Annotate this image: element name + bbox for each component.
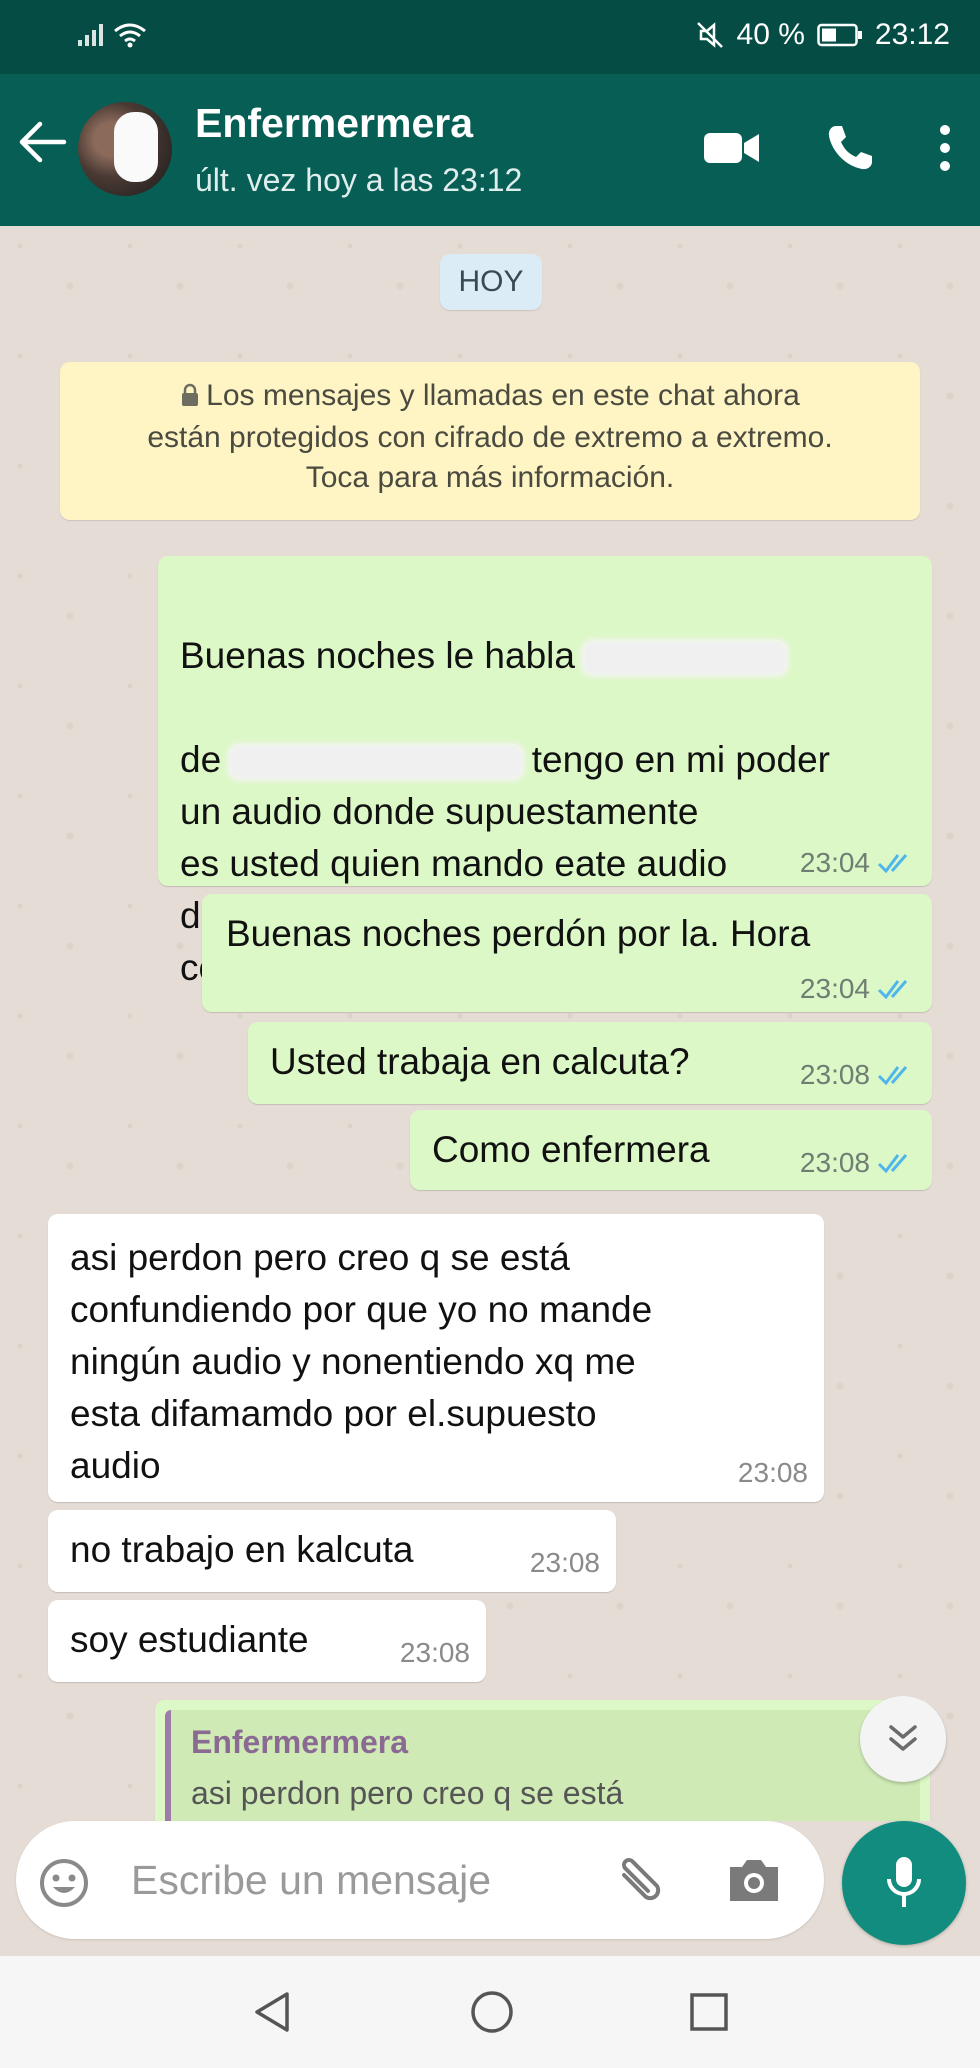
lock-icon (180, 378, 200, 418)
status-bar: 40 % 23:12 (0, 0, 980, 74)
message-text-prefix: Buenas noches le habla (180, 635, 575, 676)
video-call-icon[interactable] (702, 129, 762, 167)
voice-call-icon[interactable] (824, 122, 876, 174)
message-time: 23:04 (799, 973, 870, 1004)
message-incoming[interactable]: no trabajo en kalcuta 23:08 (48, 1510, 616, 1592)
message-time: 23:08 (737, 1457, 808, 1488)
avatar[interactable] (78, 102, 172, 196)
message-meta: 23:08 (738, 1458, 808, 1488)
message-meta: 23:04 (800, 974, 916, 1004)
quoted-text: asi perdon pero creo q se está (191, 1775, 624, 1811)
status-right: 40 % 23:12 (695, 18, 950, 52)
read-ticks-icon (877, 980, 908, 1000)
message-input[interactable]: Escribe un mensaje (131, 1857, 491, 1904)
wifi-icon (114, 23, 146, 48)
nav-home-icon[interactable] (469, 1989, 515, 2035)
date-chip: HOY (440, 254, 542, 310)
battery-percent: 40 % (736, 18, 805, 51)
clock: 23:12 (874, 18, 950, 51)
message-incoming[interactable]: asi perdon pero creo q se está confundie… (48, 1214, 824, 1502)
last-seen-status: últ. vez hoy a las 23:12 (195, 162, 523, 198)
redacted-text (231, 747, 522, 778)
battery-icon (817, 23, 862, 47)
header-actions (702, 122, 952, 174)
status-left (78, 22, 147, 48)
attach-icon[interactable] (610, 1855, 670, 1909)
message-outgoing[interactable]: Buenas noches le habla de tengo en mi po… (158, 556, 932, 988)
message-time: 23:08 (799, 1059, 870, 1090)
message-input-container[interactable]: Escribe un mensaje (16, 1821, 824, 1939)
chat-area[interactable]: HOY Los mensajes y llamadas en este chat… (0, 226, 980, 1821)
message-outgoing[interactable]: Como enfermera 23:08 (410, 1110, 932, 1190)
contact-name[interactable]: Enfermermera (195, 100, 473, 147)
read-ticks-icon (877, 1154, 908, 1174)
encryption-text: Los mensajes y llamadas en este chat aho… (147, 379, 833, 494)
message-outgoing[interactable]: Buenas noches perdón por la. Hora 23:04 (202, 894, 932, 1012)
read-ticks-icon (877, 1066, 908, 1086)
encryption-notice[interactable]: Los mensajes y llamadas en este chat aho… (60, 362, 920, 520)
message-time: 23:08 (799, 1147, 870, 1178)
read-ticks-icon (877, 854, 908, 874)
nav-recents-icon[interactable] (689, 1992, 729, 2032)
message-time: 23:08 (399, 1637, 470, 1668)
message-text: no trabajo en kalcuta (70, 1529, 414, 1570)
message-text-prefix: de (180, 739, 222, 780)
scroll-to-bottom-button[interactable] (860, 1696, 946, 1782)
message-incoming[interactable]: soy estudiante 23:08 (48, 1600, 486, 1682)
message-outgoing-reply[interactable]: Enfermermera asi perdon pero creo q se e… (155, 1700, 930, 1821)
message-meta: 23:08 (530, 1548, 600, 1578)
double-chevron-down-icon (889, 1725, 917, 1751)
message-outgoing[interactable]: Usted trabaja en calcuta? 23:08 (248, 1022, 932, 1104)
signal-icon (78, 24, 103, 46)
message-text: Buenas noches perdón por la. Hora (226, 913, 811, 954)
mic-icon (887, 1857, 921, 1907)
quoted-sender: Enfermermera (191, 1724, 408, 1760)
camera-icon[interactable] (726, 1855, 782, 1905)
chat-header: Enfermermera últ. vez hoy a las 23:12 (0, 74, 980, 226)
message-meta: 23:08 (800, 1060, 916, 1090)
redacted-name (585, 643, 786, 674)
emoji-icon[interactable] (38, 1857, 90, 1909)
back-arrow-icon[interactable] (18, 120, 68, 164)
message-meta: 23:04 (800, 848, 916, 878)
system-nav-bar (0, 1956, 980, 2068)
message-meta: 23:08 (800, 1148, 916, 1178)
quoted-message[interactable]: Enfermermera asi perdon pero creo q se e… (165, 1710, 920, 1821)
mic-button[interactable] (842, 1821, 966, 1945)
message-meta: 23:08 (400, 1638, 470, 1668)
message-time: 23:08 (529, 1547, 600, 1578)
compose-bar: Escribe un mensaje (0, 1821, 980, 1956)
mute-icon (696, 22, 723, 48)
nav-back-icon[interactable] (251, 1990, 295, 2034)
message-time: 23:04 (799, 847, 870, 878)
more-options-icon[interactable] (938, 124, 952, 172)
message-text: asi perdon pero creo q se está confundie… (70, 1237, 653, 1486)
